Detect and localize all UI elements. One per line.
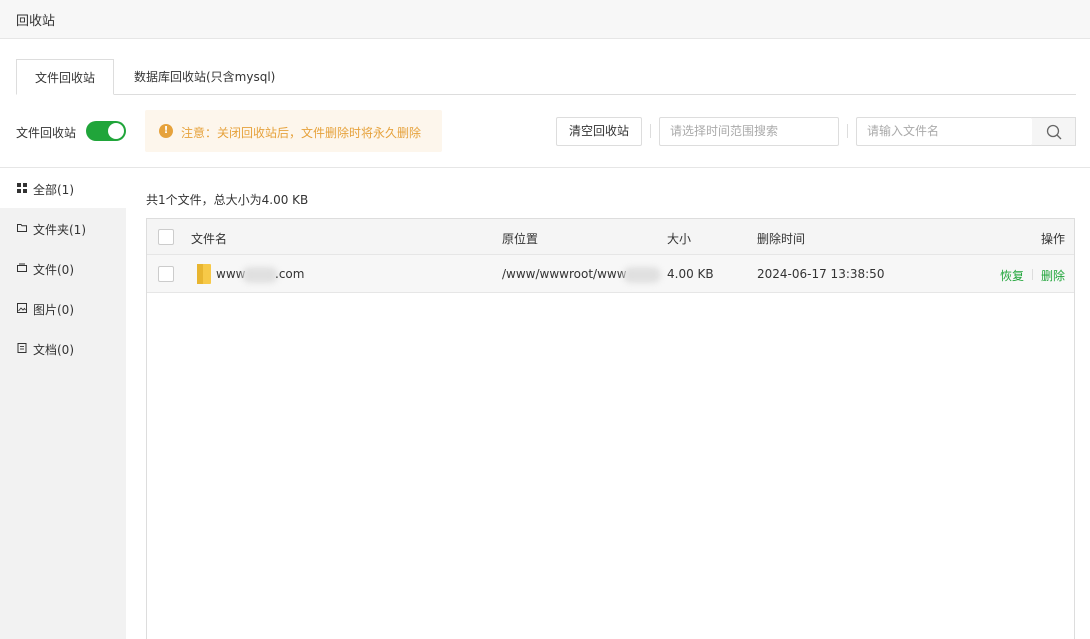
column-header-size: 大小	[667, 232, 692, 246]
recycle-bin-toggle-label: 文件回收站	[16, 126, 77, 140]
original-location: /www/wwwroot/www	[502, 267, 627, 281]
toggle-knob	[108, 123, 124, 139]
grid-icon	[17, 183, 27, 193]
category-sidebar: 全部(1) 文件夹(1) 文件(0) 图片(0) 文档(0)	[0, 168, 126, 639]
column-header-deleted-time: 删除时间	[757, 232, 806, 246]
warning-notice: ! 注意：关闭回收站后，文件删除时将永久删除	[145, 110, 442, 152]
sidebar-item-label: 全部(1)	[33, 183, 74, 197]
row-checkbox[interactable]	[158, 266, 174, 282]
redacted-text	[242, 267, 278, 283]
tab-bar: 文件回收站 数据库回收站(只含mysql)	[16, 59, 1076, 95]
table-header: 文件名 原位置 大小 删除时间 操作	[147, 219, 1074, 255]
sidebar-item-files[interactable]: 文件(0)	[0, 248, 126, 288]
toolbar-divider	[847, 124, 848, 138]
column-header-filename: 文件名	[191, 232, 228, 246]
sidebar-item-label: 文档(0)	[33, 343, 74, 357]
restore-link[interactable]: 恢复	[1000, 267, 1024, 284]
tab-file-recycle-bin[interactable]: 文件回收站	[16, 59, 114, 95]
sidebar-item-all[interactable]: 全部(1)	[0, 168, 126, 208]
sidebar-item-label: 文件(0)	[33, 263, 74, 277]
document-icon	[17, 343, 27, 353]
filename-search-input[interactable]: 请输入文件名	[856, 117, 1033, 146]
file-name-suffix: .com	[275, 267, 305, 281]
dialog-titlebar: 回收站	[0, 0, 1090, 39]
folder-outline-icon	[17, 224, 27, 232]
file-summary: 共1个文件，总大小为4.00 KB	[146, 193, 309, 207]
sidebar-item-images[interactable]: 图片(0)	[0, 288, 126, 328]
file-icon	[17, 263, 27, 272]
clear-recycle-bin-button[interactable]: 清空回收站	[556, 117, 642, 146]
recycle-bin-toggle[interactable]	[86, 121, 126, 141]
time-range-search-input[interactable]: 请选择时间范围搜索	[659, 117, 839, 146]
sidebar-item-label: 图片(0)	[33, 303, 74, 317]
redacted-text	[623, 267, 661, 283]
delete-link[interactable]: 删除	[1041, 267, 1065, 284]
sidebar-item-folders[interactable]: 文件夹(1)	[0, 208, 126, 248]
action-divider	[1032, 269, 1033, 280]
search-button[interactable]	[1032, 117, 1076, 146]
table-row[interactable]: www .com /www/wwwroot/www 4.00 KB 2024-0…	[147, 255, 1074, 293]
toolbar-divider	[650, 124, 651, 138]
section-divider	[0, 167, 1090, 168]
folder-icon	[197, 264, 211, 284]
image-icon	[17, 303, 27, 313]
search-icon	[1046, 124, 1062, 140]
sidebar-item-documents[interactable]: 文档(0)	[0, 328, 126, 368]
tab-database-recycle-bin[interactable]: 数据库回收站(只含mysql)	[134, 59, 275, 95]
file-size: 4.00 KB	[667, 267, 714, 281]
column-header-actions: 操作	[1041, 232, 1066, 246]
column-header-location: 原位置	[502, 232, 539, 246]
deleted-time: 2024-06-17 13:38:50	[757, 267, 885, 281]
dialog-title: 回收站	[16, 14, 56, 29]
recycle-bin-table: 文件名 原位置 大小 删除时间 操作 www .com /www/wwwroot…	[146, 218, 1075, 639]
warning-icon: !	[159, 124, 173, 138]
sidebar-item-label: 文件夹(1)	[33, 223, 86, 237]
warning-text: 注意：关闭回收站后，文件删除时将永久删除	[181, 126, 422, 140]
select-all-checkbox[interactable]	[158, 229, 174, 245]
